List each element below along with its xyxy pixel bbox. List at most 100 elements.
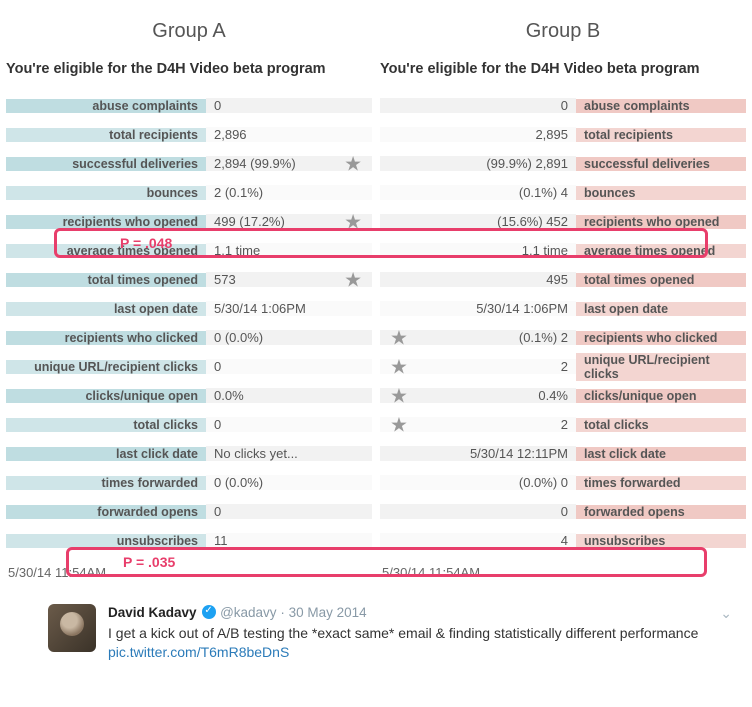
p-value-opened: P = .048 [120, 235, 172, 251]
stat-value: 0 (0.0%) [206, 330, 372, 345]
stat-row: last click dateNo clicks yet... [6, 439, 372, 468]
stat-value: 0 [206, 98, 372, 113]
stat-value: 0 [206, 417, 372, 432]
stat-label: last open date [576, 302, 746, 316]
stat-value: 5/30/14 1:06PM [206, 301, 372, 316]
stat-label: successful deliveries [6, 157, 206, 171]
stat-row: (99.9%) 2,891successful deliveries [380, 149, 746, 178]
stat-row: (0.1%) 4bounces [380, 178, 746, 207]
stat-label: total times opened [576, 273, 746, 287]
group-b-column: Group B You're eligible for the D4H Vide… [380, 10, 746, 590]
avatar[interactable] [48, 604, 96, 652]
stat-label: total recipients [6, 128, 206, 142]
group-a-title: Group A [6, 10, 372, 61]
stat-label: clicks/unique open [576, 389, 746, 403]
stat-value: 499 (17.2%)★ [206, 214, 372, 229]
stat-row: unsubscribes11 [6, 526, 372, 555]
stat-row: abuse complaints0 [6, 91, 372, 120]
stat-value: 2,895 [380, 127, 576, 142]
embedded-tweet[interactable]: David Kadavy @kadavy · 30 May 2014 I get… [6, 590, 746, 680]
stat-value: 2★ [380, 359, 576, 374]
stat-label: unique URL/recipient clicks [6, 360, 206, 374]
stat-row: 495total times opened [380, 265, 746, 294]
stat-value: 495 [380, 272, 576, 287]
stat-row: 5/30/14 1:06PMlast open date [380, 294, 746, 323]
star-icon: ★ [344, 209, 362, 234]
stat-value: 1.1 time [380, 243, 576, 258]
stat-row: 2★unique URL/recipient clicks [380, 352, 746, 381]
stat-row: forwarded opens0 [6, 497, 372, 526]
stat-label: recipients who opened [6, 215, 206, 229]
verified-icon [202, 605, 216, 619]
stat-value: 573★ [206, 272, 372, 287]
stat-row: average times opened1.1 time [6, 236, 372, 265]
stat-value: 4 [380, 533, 576, 548]
group-b-title: Group B [380, 10, 746, 61]
stat-value: 0.0% [206, 388, 372, 403]
stat-label: clicks/unique open [6, 389, 206, 403]
stat-label: times forwarded [576, 476, 746, 490]
chevron-down-icon[interactable]: ⌄ [720, 604, 732, 623]
stat-value: 0 (0.0%) [206, 475, 372, 490]
stat-row: 0.4%★clicks/unique open [380, 381, 746, 410]
group-a-subject: You're eligible for the D4H Video beta p… [6, 61, 372, 91]
stat-value: 0 [206, 359, 372, 374]
stat-label: last click date [6, 447, 206, 461]
stat-label: successful deliveries [576, 157, 746, 171]
group-a-stats: abuse complaints0total recipients2,896su… [6, 91, 372, 555]
group-b-subject: You're eligible for the D4H Video beta p… [380, 61, 746, 91]
stat-value: 0.4%★ [380, 388, 576, 403]
stat-label: bounces [576, 186, 746, 200]
stat-value: 2 (0.1%) [206, 185, 372, 200]
tweet-link[interactable]: pic.twitter.com/T6mR8beDnS [108, 644, 289, 660]
tweet-header: David Kadavy @kadavy · 30 May 2014 [108, 604, 734, 622]
star-icon: ★ [390, 354, 408, 379]
stat-label: last open date [6, 302, 206, 316]
stat-value: No clicks yet... [206, 446, 372, 461]
stat-label: times forwarded [6, 476, 206, 490]
stat-label: total recipients [576, 128, 746, 142]
tweet-author-name[interactable]: David Kadavy [108, 605, 197, 620]
stat-value: 0 [380, 504, 576, 519]
star-icon: ★ [344, 151, 362, 176]
stat-label: forwarded opens [576, 505, 746, 519]
stat-value: 2★ [380, 417, 576, 432]
star-icon: ★ [344, 267, 362, 292]
stat-value: 2,894 (99.9%)★ [206, 156, 372, 171]
stat-row: 5/30/14 12:11PMlast click date [380, 439, 746, 468]
stat-row: 2★total clicks [380, 410, 746, 439]
stat-value: 2,896 [206, 127, 372, 142]
stat-label: unsubscribes [6, 534, 206, 548]
stat-label: total times opened [6, 273, 206, 287]
stat-value: (0.1%) 4 [380, 185, 576, 200]
stat-row: (15.6%) 452recipients who opened [380, 207, 746, 236]
stat-value: 0 [380, 98, 576, 113]
stat-label: forwarded opens [6, 505, 206, 519]
stat-row: successful deliveries2,894 (99.9%)★ [6, 149, 372, 178]
comparison-groups: Group A You're eligible for the D4H Vide… [6, 10, 746, 590]
stat-label: total clicks [576, 418, 746, 432]
stat-label: total clicks [6, 418, 206, 432]
stat-row: unique URL/recipient clicks0 [6, 352, 372, 381]
stat-label: unsubscribes [576, 534, 746, 548]
stat-label: abuse complaints [6, 99, 206, 113]
star-icon: ★ [390, 325, 408, 350]
stat-row: total clicks0 [6, 410, 372, 439]
tweet-handle[interactable]: @kadavy · 30 May 2014 [220, 605, 367, 620]
stat-row: recipients who opened499 (17.2%)★ [6, 207, 372, 236]
stat-row: 4unsubscribes [380, 526, 746, 555]
stat-value: (0.0%) 0 [380, 475, 576, 490]
stat-label: bounces [6, 186, 206, 200]
stat-value: 5/30/14 12:11PM [380, 446, 576, 461]
stat-label: recipients who clicked [576, 331, 746, 345]
tweet-text: I get a kick out of A/B testing the *exa… [108, 624, 734, 662]
stat-row: recipients who clicked0 (0.0%) [6, 323, 372, 352]
group-b-timestamp: 5/30/14 11:54AM [380, 555, 746, 590]
stat-value: (15.6%) 452 [380, 214, 576, 229]
stat-row: (0.1%) 2★recipients who clicked [380, 323, 746, 352]
star-icon: ★ [390, 383, 408, 408]
p-value-unsubscribes: P = .035 [123, 554, 175, 570]
stat-row: 0abuse complaints [380, 91, 746, 120]
stat-value: 0 [206, 504, 372, 519]
stat-label: last click date [576, 447, 746, 461]
